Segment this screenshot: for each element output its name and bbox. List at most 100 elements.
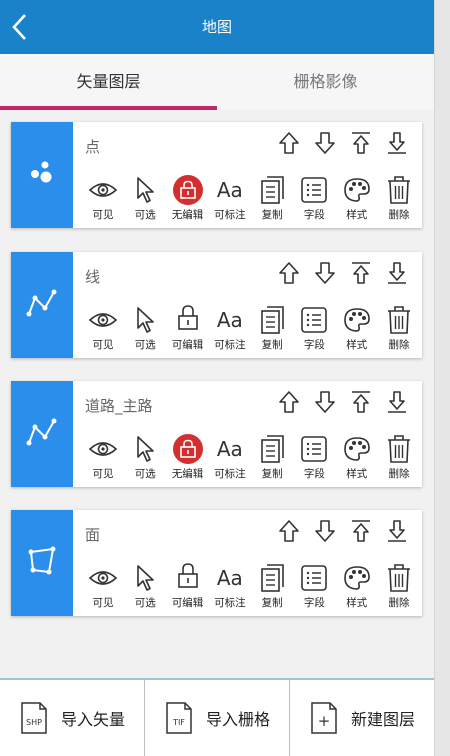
editable-toggle[interactable]: 无编辑 bbox=[168, 174, 208, 228]
layer-card[interactable]: 线 可见 可选 可编辑 Aa 可标注 复制 字段 样式 删除 bbox=[11, 252, 422, 358]
fields-button[interactable]: 字段 bbox=[294, 562, 334, 616]
selectable-toggle[interactable]: 可选 bbox=[125, 433, 165, 487]
arrow-down-icon bbox=[314, 519, 336, 547]
import-vector-label: 导入矢量 bbox=[60, 710, 125, 729]
layer-actions: 可见 可选 可编辑 Aa 可标注 复制 字段 样式 删除 bbox=[83, 562, 419, 616]
copy-button[interactable]: 复制 bbox=[252, 304, 292, 358]
move-down-button[interactable] bbox=[312, 520, 338, 546]
arrow-up-icon bbox=[278, 261, 300, 289]
copy-button[interactable]: 复制 bbox=[252, 174, 292, 228]
layer-name: 道路_主路 bbox=[85, 397, 153, 415]
style-button[interactable]: 样式 bbox=[337, 562, 377, 616]
copy-button[interactable]: 复制 bbox=[252, 433, 292, 487]
move-down-button[interactable] bbox=[312, 262, 338, 288]
move-to-bottom-button[interactable] bbox=[384, 520, 410, 546]
editable-label: 可编辑 bbox=[171, 597, 204, 609]
selectable-label: 可选 bbox=[134, 468, 156, 480]
move-to-bottom-button[interactable] bbox=[384, 262, 410, 288]
edit-state-icon bbox=[172, 433, 204, 465]
layer-card[interactable]: 道路_主路 可见 可选 无编辑 Aa 可标注 复制 字段 样式 删除 bbox=[11, 381, 422, 487]
layer-actions: 可见 可选 无编辑 Aa 可标注 复制 字段 样式 删除 bbox=[83, 174, 419, 228]
layer-type-badge bbox=[11, 381, 73, 487]
delete-button[interactable]: 删除 bbox=[379, 304, 419, 358]
arrow-to-bottom-icon bbox=[386, 519, 408, 547]
move-up-button[interactable] bbox=[276, 262, 302, 288]
visible-toggle[interactable]: 可见 bbox=[83, 433, 123, 487]
eye-icon bbox=[87, 304, 119, 336]
layer-order-controls bbox=[276, 391, 410, 417]
style-button[interactable]: 样式 bbox=[337, 433, 377, 487]
arrow-up-icon bbox=[278, 519, 300, 547]
svg-text:TIF: TIF bbox=[172, 718, 185, 727]
move-to-top-button[interactable] bbox=[348, 391, 374, 417]
list-icon bbox=[298, 174, 330, 206]
edit-state-icon bbox=[172, 562, 204, 594]
visible-label: 可见 bbox=[92, 339, 114, 351]
editable-toggle[interactable]: 可编辑 bbox=[168, 304, 208, 358]
style-label: 样式 bbox=[346, 339, 368, 351]
layer-card[interactable]: 点 可见 可选 无编辑 Aa 可标注 复制 字段 样式 删除 bbox=[11, 122, 422, 228]
scrollbar[interactable] bbox=[434, 0, 450, 756]
move-up-button[interactable] bbox=[276, 132, 302, 158]
fields-button[interactable]: 字段 bbox=[294, 304, 334, 358]
new-layer-label: 新建图层 bbox=[350, 710, 415, 729]
text-label-icon: Aa bbox=[216, 437, 243, 461]
layer-card[interactable]: 面 可见 可选 可编辑 Aa 可标注 复制 字段 样式 删除 bbox=[11, 510, 422, 616]
palette-icon bbox=[341, 562, 373, 594]
import-raster-button[interactable]: TIF 导入栅格 bbox=[145, 680, 290, 756]
import-vector-button[interactable]: SHP 导入矢量 bbox=[0, 680, 145, 756]
text-label-icon: Aa bbox=[216, 308, 243, 332]
move-to-top-button[interactable] bbox=[348, 132, 374, 158]
selectable-toggle[interactable]: 可选 bbox=[125, 174, 165, 228]
delete-button[interactable]: 删除 bbox=[379, 174, 419, 228]
copy-icon bbox=[256, 433, 288, 465]
selectable-toggle[interactable]: 可选 bbox=[125, 562, 165, 616]
new-layer-button[interactable]: + 新建图层 bbox=[290, 680, 434, 756]
fields-label: 字段 bbox=[303, 209, 325, 221]
copy-label: 复制 bbox=[261, 209, 283, 221]
selectable-toggle[interactable]: 可选 bbox=[125, 304, 165, 358]
svg-text:+: + bbox=[318, 712, 331, 730]
move-up-button[interactable] bbox=[276, 391, 302, 417]
delete-label: 删除 bbox=[388, 209, 410, 221]
style-label: 样式 bbox=[346, 468, 368, 480]
copy-button[interactable]: 复制 bbox=[252, 562, 292, 616]
label-toggle[interactable]: Aa 可标注 bbox=[210, 174, 250, 228]
tab-raster-images[interactable]: 栅格影像 bbox=[217, 54, 434, 110]
editable-toggle[interactable]: 无编辑 bbox=[168, 433, 208, 487]
style-button[interactable]: 样式 bbox=[337, 174, 377, 228]
move-up-button[interactable] bbox=[276, 520, 302, 546]
style-label: 样式 bbox=[346, 209, 368, 221]
move-to-bottom-button[interactable] bbox=[384, 132, 410, 158]
move-to-top-button[interactable] bbox=[348, 520, 374, 546]
fields-button[interactable]: 字段 bbox=[294, 433, 334, 487]
visible-toggle[interactable]: 可见 bbox=[83, 174, 123, 228]
visible-label: 可见 bbox=[92, 209, 114, 221]
layer-name: 面 bbox=[85, 526, 101, 544]
visible-toggle[interactable]: 可见 bbox=[83, 562, 123, 616]
list-icon bbox=[298, 562, 330, 594]
copy-icon bbox=[256, 304, 288, 336]
move-down-button[interactable] bbox=[312, 391, 338, 417]
fields-button[interactable]: 字段 bbox=[294, 174, 334, 228]
shp-file-icon: SHP bbox=[21, 702, 47, 734]
trash-icon bbox=[383, 304, 415, 336]
app-header: 地图 bbox=[0, 0, 434, 54]
label-toggle[interactable]: Aa 可标注 bbox=[210, 562, 250, 616]
selectable-label: 可选 bbox=[134, 597, 156, 609]
delete-button[interactable]: 删除 bbox=[379, 433, 419, 487]
move-to-top-button[interactable] bbox=[348, 262, 374, 288]
style-button[interactable]: 样式 bbox=[337, 304, 377, 358]
label-toggle[interactable]: Aa 可标注 bbox=[210, 304, 250, 358]
delete-button[interactable]: 删除 bbox=[379, 562, 419, 616]
move-down-button[interactable] bbox=[312, 132, 338, 158]
cursor-icon bbox=[129, 562, 161, 594]
label-toggle[interactable]: Aa 可标注 bbox=[210, 433, 250, 487]
move-to-bottom-button[interactable] bbox=[384, 391, 410, 417]
copy-label: 复制 bbox=[261, 339, 283, 351]
editable-toggle[interactable]: 可编辑 bbox=[168, 562, 208, 616]
tab-vector-layers[interactable]: 矢量图层 bbox=[0, 54, 217, 110]
visible-toggle[interactable]: 可见 bbox=[83, 304, 123, 358]
edit-state-icon bbox=[172, 174, 204, 206]
layer-type-badge bbox=[11, 252, 73, 358]
